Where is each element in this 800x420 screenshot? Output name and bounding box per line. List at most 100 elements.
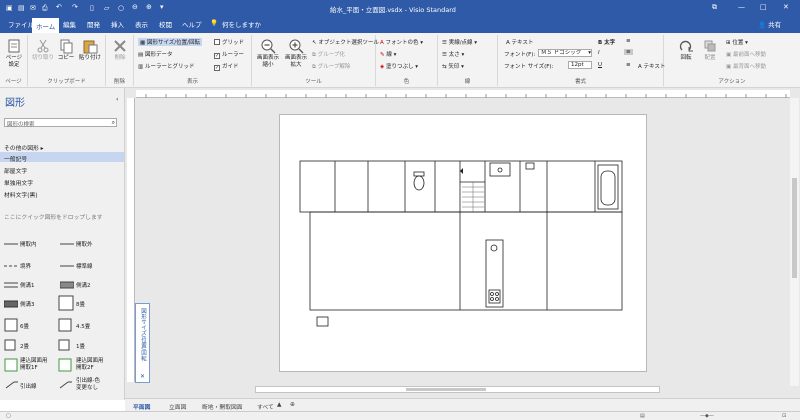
align-left-icon[interactable]: ≡	[626, 38, 631, 44]
page-tab-menu-icon[interactable]: ▲	[277, 402, 281, 408]
page-tab[interactable]: 平面図	[133, 402, 150, 411]
stencil-item[interactable]: 材料文字(黒)	[4, 190, 38, 199]
object-select-button[interactable]: ↖ オブジェクト選択ツール	[312, 38, 379, 46]
close-panel-icon[interactable]: ✕	[140, 373, 145, 380]
shape-item[interactable]: 建込図面用 開取2F	[76, 358, 104, 372]
tab-view[interactable]: 表示	[135, 19, 148, 29]
send-back-button[interactable]: ▣ 最背面へ移動	[726, 62, 766, 70]
search-icon[interactable]: ⌕	[112, 119, 115, 127]
redo-icon[interactable]: ↷	[72, 3, 78, 11]
horizontal-ruler[interactable]	[136, 90, 790, 98]
cut-button[interactable]: 切り取り	[32, 38, 54, 62]
page-tab[interactable]: すべて	[257, 402, 274, 411]
minimize-icon[interactable]: —	[738, 3, 745, 11]
shape-search-box[interactable]: 図形の検索 ⌕	[4, 118, 117, 128]
tab-edit[interactable]: 編集	[63, 19, 76, 29]
maximize-icon[interactable]: □	[760, 3, 767, 11]
page-setup-button[interactable]: ページ 設定	[2, 38, 26, 69]
zoom-out-icon[interactable]: ⊖	[132, 3, 138, 11]
page-tab[interactable]: 断地・開取図面	[202, 402, 243, 411]
add-page-icon[interactable]: ⊕	[290, 402, 295, 408]
shape-item[interactable]: 標準線	[76, 262, 93, 270]
collapse-panel-icon[interactable]: ‹	[116, 96, 118, 103]
shape-data-button[interactable]: ▤ 図形データ	[138, 50, 172, 58]
arrange-button[interactable]: 配置	[700, 38, 720, 62]
shape-item[interactable]: 建込図面用 開取1F	[20, 358, 48, 372]
font-color-button[interactable]: A フォントの色 ▾	[380, 38, 423, 46]
underline-icon[interactable]: U	[598, 62, 602, 68]
undo-icon[interactable]: ↶	[56, 3, 62, 11]
tell-me-box[interactable]: 何をしますか	[222, 19, 261, 29]
view-mode-icon[interactable]: ▤	[640, 413, 645, 419]
page-tab[interactable]: 立面図	[169, 402, 186, 411]
shape-item[interactable]: 境界	[20, 262, 31, 270]
vertical-ruler[interactable]	[127, 98, 135, 382]
shape-item[interactable]: 4.5畳	[76, 322, 90, 330]
close-icon[interactable]: ✕	[783, 3, 789, 11]
print-icon[interactable]: ⎙	[42, 4, 48, 13]
horizontal-scroll-thumb[interactable]	[406, 388, 486, 391]
arrow-button[interactable]: ⇆ 矢印 ▾	[442, 62, 464, 70]
shape-item[interactable]: 8畳	[76, 300, 85, 308]
shape-item[interactable]: 側溝3	[20, 300, 35, 308]
ruler-checkbox[interactable]: ✓ ルーラー	[214, 50, 244, 59]
customize-qat-icon[interactable]: ▾	[160, 3, 164, 11]
size-position-panel-tab[interactable]: 図形サイズ/位置/回転 ✕	[135, 303, 150, 383]
share-button[interactable]: 👤 共有	[758, 19, 781, 29]
text-tool-button[interactable]: A テキスト	[506, 38, 533, 46]
grid-checkbox[interactable]: グリッド	[214, 38, 244, 46]
stencil-item[interactable]: 一般記号	[4, 154, 27, 163]
position-button[interactable]: ⊞ 位置 ▾	[726, 38, 748, 46]
paste-button[interactable]: 貼り付け	[78, 38, 102, 62]
save-icon[interactable]: ▣	[6, 4, 13, 12]
folder-icon[interactable]: ▤	[18, 4, 25, 12]
align-center-icon[interactable]: ≡	[624, 49, 633, 55]
copy-button[interactable]: コピー	[56, 38, 76, 62]
shape-item[interactable]: 引出線-色 変更なし	[76, 378, 100, 392]
delete-button[interactable]: 削除	[110, 38, 130, 62]
tab-help[interactable]: ヘルプ	[182, 19, 202, 29]
shape-icon[interactable]: ▱	[104, 4, 109, 12]
tab-home[interactable]: ホーム	[32, 18, 60, 33]
zoom-in-icon[interactable]: ⊕	[146, 3, 152, 11]
email-icon[interactable]: ✉	[30, 4, 36, 12]
shape-item[interactable]: 開取内	[20, 240, 37, 248]
shape-item[interactable]: 引出線	[20, 382, 37, 390]
italic-icon[interactable]: I	[598, 50, 600, 56]
more-shapes-link[interactable]: その他の図形 ▸	[4, 143, 44, 152]
ungroup-button[interactable]: ⧉ グループ解除	[312, 62, 350, 71]
align-bottom-icon[interactable]: ≡	[626, 62, 631, 68]
shape-item[interactable]: 側溝1	[20, 281, 35, 289]
drawing-page[interactable]	[279, 114, 647, 372]
tab-file[interactable]: ファイル	[8, 19, 34, 29]
page-number-icon[interactable]: ▢	[6, 413, 11, 419]
font-size-combo[interactable]: 12pt	[568, 61, 592, 69]
rotate-button[interactable]: 回転	[676, 38, 696, 62]
vertical-scrollbar[interactable]	[790, 98, 799, 386]
shape-item[interactable]: 開取外	[76, 240, 93, 248]
ellipse-icon[interactable]: ○	[118, 4, 124, 12]
shape-item[interactable]: 2畳	[20, 342, 29, 350]
tab-insert[interactable]: 挿入	[111, 19, 124, 29]
bold-button[interactable]: B 太字	[598, 38, 615, 46]
shape-size-button[interactable]: ▦ 図形サイズ/位置/回転	[138, 38, 202, 46]
shape-item[interactable]: 1畳	[76, 342, 85, 350]
shape-item[interactable]: 6畳	[20, 322, 29, 330]
zoom-slider[interactable]: —◆—	[700, 413, 714, 419]
fill-button[interactable]: ◈ 塗りつぶし ▾	[380, 62, 418, 70]
zoom-out-button[interactable]: 画面表示 縮小	[255, 38, 281, 69]
group-button[interactable]: ⧉ グループ化	[312, 50, 345, 59]
tab-review[interactable]: 校閲	[159, 19, 172, 29]
text-button[interactable]: A テキスト	[638, 62, 665, 70]
shape-item[interactable]: 側溝2	[76, 281, 91, 289]
fit-page-icon[interactable]: ⊡	[782, 413, 786, 419]
page-icon[interactable]: ▯	[90, 4, 94, 12]
zoom-in-button[interactable]: 画面表示 拡大	[283, 38, 309, 69]
dash-button[interactable]: ☰ 実線/点線 ▾	[442, 38, 477, 46]
ribbon-display-icon[interactable]: ⧉	[712, 3, 717, 12]
horizontal-scrollbar[interactable]	[255, 386, 660, 393]
bring-front-button[interactable]: ▣ 最前面へ移動	[726, 50, 766, 58]
vertical-scroll-thumb[interactable]	[792, 178, 797, 278]
font-combo[interactable]: ＭＳ Ｐゴシック ▾	[538, 49, 592, 57]
tab-dev[interactable]: 開発	[87, 19, 100, 29]
